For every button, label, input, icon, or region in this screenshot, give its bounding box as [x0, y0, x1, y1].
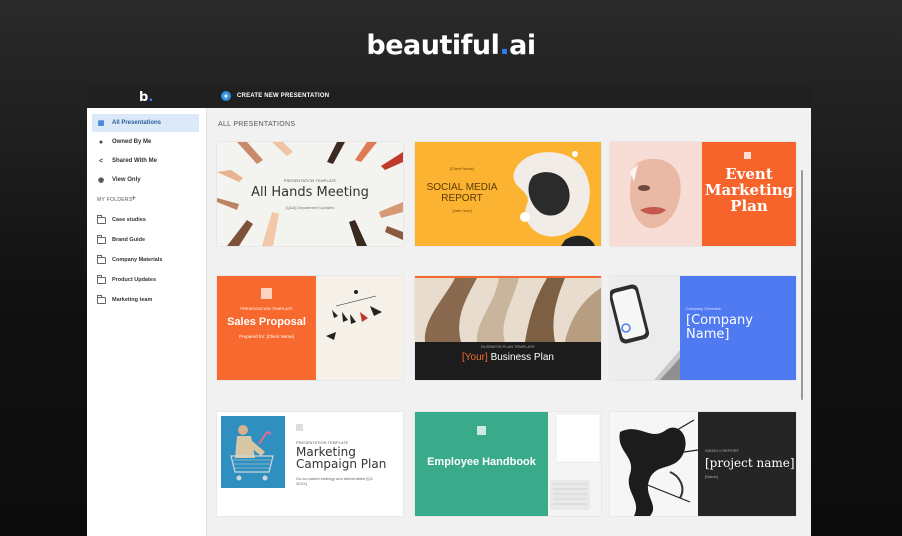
card-logo-placeholder	[477, 426, 486, 435]
top-bar: b. + CREATE NEW PRESENTATION	[87, 86, 811, 108]
card-title-block: Event Marketing Plan	[702, 166, 796, 214]
card-subtitle: [date here]	[452, 208, 472, 213]
brand-name: beautiful	[366, 30, 500, 61]
sidebar-item-view-only[interactable]: ◉ View Only	[92, 171, 199, 189]
card-title-line2: Name]	[686, 327, 730, 342]
main-content: ALL PRESENTATIONS PRESENTATION TEMPLATE …	[207, 108, 811, 536]
folder-label: Marketing team	[112, 297, 153, 303]
card-title-block: [Your] Business Plan	[415, 352, 601, 363]
sidebar: ▦ All Presentations ● Owned By Me < Shar…	[87, 108, 207, 536]
folders-heading: MY FOLDERS	[97, 197, 133, 203]
presentation-card-company-overview[interactable]: Company Overview [Company Name]	[610, 276, 796, 380]
plus-icon: +	[221, 91, 231, 101]
folder-icon	[97, 274, 106, 284]
card-logo-placeholder	[744, 152, 751, 159]
card-face-illustration	[610, 142, 702, 246]
card-title-accent: [Your]	[462, 352, 488, 363]
card-abstract-shapes	[415, 278, 601, 342]
brand-logo: beautiful.ai	[0, 30, 902, 61]
user-icon: ●	[98, 138, 104, 146]
card-title: [project name]	[705, 456, 795, 470]
card-kicker: WEEKLY REPORT	[705, 448, 740, 453]
card-title-block: SOCIAL MEDIA REPORT	[415, 182, 509, 204]
sidebar-item-label: Shared With Me	[112, 158, 157, 164]
sidebar-item-owned-by-me[interactable]: ● Owned By Me	[92, 133, 199, 151]
folder-brand-guide[interactable]: Brand Guide	[92, 232, 199, 248]
folder-company-materials[interactable]: Company Materials	[92, 252, 199, 268]
create-presentation-label: CREATE NEW PRESENTATION	[237, 93, 330, 99]
sidebar-item-label: Owned By Me	[112, 139, 152, 145]
presentation-card-social-media-report[interactable]: [Client Name] SOCIAL MEDIA REPORT [date h…	[415, 142, 601, 246]
card-ink-art	[610, 412, 698, 516]
app-logo-dot: .	[148, 90, 154, 105]
card-mobile-art	[326, 290, 382, 340]
sidebar-item-all-presentations[interactable]: ▦ All Presentations	[92, 114, 199, 132]
presentation-card-business-plan[interactable]: BUSINESS PLAN TEMPLATE [Your] Business P…	[415, 276, 601, 380]
presentation-card-all-hands[interactable]: PRESENTATION TEMPLATE All Hands Meeting …	[217, 142, 403, 246]
card-title-block: Marketing Campaign Plan	[296, 446, 386, 470]
eye-icon: ◉	[97, 177, 105, 184]
content-scrollbar[interactable]	[801, 170, 803, 400]
folder-label: Case studies	[112, 217, 146, 223]
presentation-card-weekly-report[interactable]: WEEKLY REPORT [project name] [Name]	[610, 412, 796, 516]
card-kicker: [Client Name]	[449, 166, 475, 171]
grid-icon: ▦	[97, 120, 105, 127]
card-subtitle: [Q&A] Department Updates	[285, 205, 335, 210]
presentation-card-sales-proposal[interactable]: PRESENTATION TEMPLATE Sales Proposal Pre…	[217, 276, 403, 380]
folder-icon	[97, 214, 106, 224]
card-logo-placeholder	[296, 424, 303, 431]
presentation-card-employee-handbook[interactable]: Employee Handbook	[415, 412, 601, 516]
card-title: [Company	[686, 313, 753, 328]
brand-suffix: ai	[509, 30, 536, 61]
folder-icon	[97, 234, 106, 244]
folder-icon	[97, 294, 106, 304]
card-title: Business Plan	[487, 352, 554, 363]
page-title: ALL PRESENTATIONS	[218, 121, 296, 128]
brand-dot: .	[499, 30, 510, 61]
card-subtitle: Go-to-market strategy and deliverables […	[296, 476, 373, 486]
presentation-card-marketing-campaign[interactable]: PRESENTATION TEMPLATE Marketing Campaign …	[217, 412, 403, 516]
card-kicker: Company Overview	[686, 306, 721, 311]
folder-label: Product Updates	[112, 277, 157, 283]
folder-product-updates[interactable]: Product Updates	[92, 272, 199, 288]
app-logo[interactable]: b.	[139, 90, 153, 105]
folder-icon	[97, 254, 106, 264]
folder-label: Brand Guide	[112, 237, 146, 243]
card-phone-photo	[610, 276, 680, 380]
card-subtitle: Prepared for: [Client Name]	[239, 334, 294, 339]
card-subtitle: [Name]	[705, 474, 718, 479]
card-title: SOCIAL MEDIA	[426, 182, 498, 193]
share-icon: <	[98, 157, 104, 165]
card-keyboard-photo	[548, 412, 601, 516]
card-title: Employee Handbook	[427, 456, 536, 468]
card-shopping-cart-photo	[221, 416, 285, 488]
app-logo-letter: b	[139, 90, 149, 105]
add-folder-button[interactable]: +	[131, 193, 136, 203]
folder-label: Company Materials	[112, 257, 163, 263]
card-title-line3: Plan	[730, 197, 768, 215]
sidebar-item-label: View Only	[112, 177, 141, 183]
card-title-line2: REPORT	[441, 193, 483, 204]
sidebar-item-label: All Presentations	[112, 120, 162, 126]
card-title-block: [Company Name]	[686, 314, 753, 342]
app-window: b. + CREATE NEW PRESENTATION ▦ All Prese…	[87, 86, 811, 536]
card-kicker: PRESENTATION TEMPLATE	[283, 178, 337, 183]
card-title: Sales Proposal	[227, 316, 306, 328]
card-title: All Hands Meeting	[251, 185, 369, 200]
card-logo-placeholder	[261, 288, 272, 299]
card-kicker: PRESENTATION TEMPLATE	[240, 306, 293, 311]
card-kicker: BUSINESS PLAN TEMPLATE	[481, 344, 535, 349]
sidebar-item-shared-with-me[interactable]: < Shared With Me	[92, 152, 199, 170]
presentation-card-event-marketing[interactable]: Event Marketing Plan	[610, 142, 796, 246]
folder-case-studies[interactable]: Case studies	[92, 212, 199, 228]
card-title-line2: Campaign Plan	[296, 457, 387, 471]
folder-marketing-team[interactable]: Marketing team	[92, 292, 199, 308]
create-presentation-button[interactable]: + CREATE NEW PRESENTATION	[221, 91, 329, 101]
